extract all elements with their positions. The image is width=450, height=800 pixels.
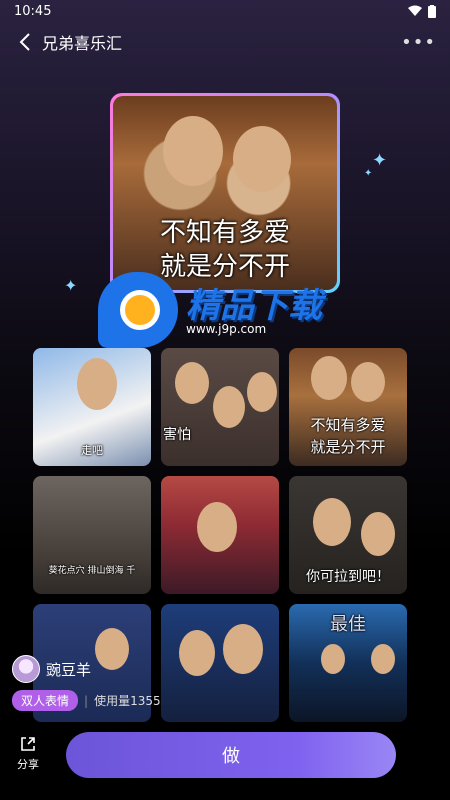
sticker-caption: 最佳: [330, 614, 366, 635]
status-time: 10:45: [14, 3, 52, 19]
hero-image: 不知有多爱 就是分不开: [113, 96, 337, 290]
sparkle-icon: ✦: [64, 276, 78, 295]
watermark-url: www.j9p.com: [186, 322, 267, 336]
watermark: 精品下载 www.j9p.com: [98, 268, 348, 348]
watermark-logo-icon: [98, 272, 178, 348]
author-avatar[interactable]: [12, 655, 40, 683]
sticker-cell[interactable]: 害怕: [161, 348, 279, 466]
battery-icon: [428, 4, 436, 18]
hero-face-left: [163, 116, 223, 186]
sticker-cell[interactable]: 你可拉到吧！: [289, 476, 407, 594]
author-info[interactable]: 豌豆羊: [12, 655, 91, 683]
top-bar: 兄弟喜乐汇 •••: [0, 26, 450, 58]
status-bar: 10:45: [0, 0, 450, 22]
sticker-caption-line2: 就是分不开: [310, 438, 386, 456]
author-name[interactable]: 豌豆羊: [46, 659, 91, 680]
share-button[interactable]: 分享: [12, 736, 44, 772]
wifi-icon: [408, 5, 422, 16]
hero-caption-line1: 不知有多爱: [159, 218, 290, 248]
usage-count: 使用量1355: [94, 694, 161, 708]
more-options-icon[interactable]: •••: [401, 32, 436, 53]
sticker-caption: 害怕: [163, 427, 191, 443]
sticker-caption: 走吧: [81, 444, 103, 457]
sticker-cell[interactable]: 走吧: [33, 348, 151, 466]
sticker-cell[interactable]: 葵花点穴 排山倒海 千: [33, 476, 151, 594]
sticker-caption-line1: 不知有多爱: [310, 416, 386, 434]
sparkle-icon: ✦: [364, 168, 373, 179]
sticker-cell[interactable]: 不知有多爱 就是分不开: [289, 348, 407, 466]
make-label: 做: [222, 746, 240, 766]
bottom-bar: 分享 做: [0, 728, 450, 800]
sticker-caption: 葵花点穴 排山倒海 千: [48, 566, 136, 576]
sparkle-icon: ✦: [372, 150, 388, 171]
category-tag[interactable]: 双人表情: [12, 690, 79, 711]
sticker-cell[interactable]: 最佳: [289, 604, 407, 722]
watermark-brand: 精品下载: [186, 286, 322, 326]
sticker-caption: 不知有多爱 就是分不开: [289, 414, 407, 458]
sticker-caption: 你可拉到吧！: [306, 569, 390, 585]
sticker-cell[interactable]: [161, 604, 279, 722]
share-icon: [21, 737, 35, 751]
page-title: 兄弟喜乐汇: [42, 34, 123, 53]
status-icons: [408, 4, 436, 18]
back-arrow-icon[interactable]: [14, 31, 36, 53]
share-label: 分享: [17, 758, 39, 771]
hero-face-right: [233, 126, 291, 192]
make-button[interactable]: 做: [66, 732, 396, 778]
sticker-cell[interactable]: [161, 476, 279, 594]
separator: |: [84, 693, 89, 708]
hero-sticker[interactable]: 不知有多爱 就是分不开: [110, 93, 340, 293]
tag-row: 双人表情 | 使用量1355: [12, 690, 161, 711]
